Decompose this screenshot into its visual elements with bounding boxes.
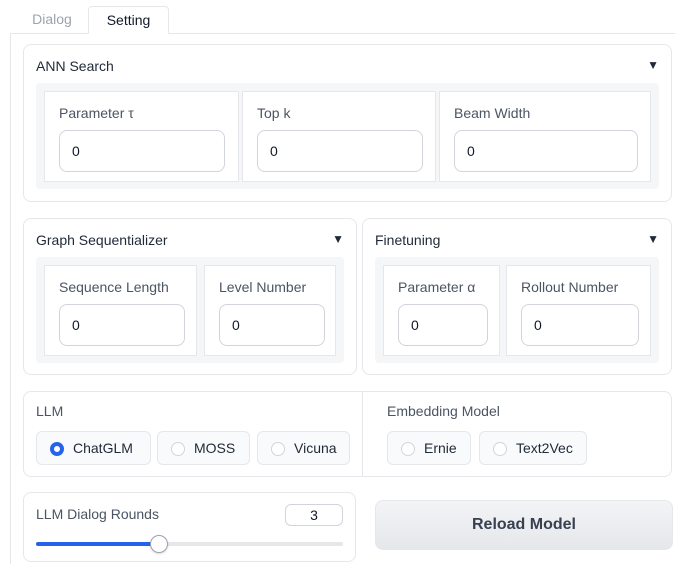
model-selection-panel: LLM ChatGLM MOSS Vicuna Embedding Model … [23, 391, 672, 477]
llm-label: LLM [36, 403, 64, 419]
llm-option-label: Vicuna [294, 440, 337, 456]
embedding-option-label: Ernie [424, 440, 457, 456]
ann-search-panel: ANN Search ▼ Parameter τ 0 Top k 0 Beam … [23, 44, 672, 202]
parameter-tau-input[interactable]: 0 [59, 130, 225, 172]
sequence-length-label: Sequence Length [59, 279, 169, 295]
content-border [10, 33, 11, 564]
llm-option-chatglm[interactable]: ChatGLM [36, 431, 151, 465]
tab-dialog[interactable]: Dialog [20, 6, 84, 34]
model-panel-divider [362, 392, 363, 476]
dialog-rounds-slider-fill [36, 542, 159, 546]
sequence-length-field: Sequence Length 0 [44, 265, 197, 356]
tab-setting[interactable]: Setting [88, 6, 169, 34]
radio-empty-icon[interactable] [271, 442, 285, 456]
beam-width-label: Beam Width [454, 105, 531, 121]
top-k-label: Top k [257, 105, 291, 121]
embedding-option-text2vec[interactable]: Text2Vec [479, 431, 587, 465]
finetuning-body: Parameter α 0 Rollout Number 0 [375, 257, 659, 363]
finetuning-panel: Finetuning ▼ Parameter α 0 Rollout Numbe… [362, 218, 672, 375]
reload-model-button[interactable]: Reload Model [375, 500, 673, 550]
radio-empty-icon[interactable] [493, 442, 507, 456]
top-k-input[interactable]: 0 [257, 130, 423, 172]
top-k-field: Top k 0 [242, 91, 436, 182]
level-number-field: Level Number 0 [204, 265, 336, 356]
llm-option-label: ChatGLM [73, 440, 133, 456]
parameter-tau-label: Parameter τ [59, 105, 134, 121]
parameter-alpha-label: Parameter α [398, 279, 476, 295]
level-number-input[interactable]: 0 [219, 304, 325, 346]
ann-search-caret-down-icon[interactable]: ▼ [647, 58, 659, 72]
finetuning-title[interactable]: Finetuning [375, 232, 440, 248]
parameter-alpha-input[interactable]: 0 [398, 304, 488, 346]
beam-width-field: Beam Width 0 [439, 91, 651, 182]
embedding-option-ernie[interactable]: Ernie [387, 431, 471, 465]
ann-search-body: Parameter τ 0 Top k 0 Beam Width 0 [36, 83, 659, 189]
llm-option-moss[interactable]: MOSS [157, 431, 250, 465]
tab-bar: Dialog Setting [0, 0, 675, 34]
dialog-rounds-label: LLM Dialog Rounds [36, 506, 159, 522]
parameter-tau-field: Parameter τ 0 [44, 91, 239, 182]
dialog-rounds-slider-track[interactable] [36, 542, 343, 546]
rollout-number-label: Rollout Number [521, 279, 619, 295]
radio-empty-icon[interactable] [171, 442, 185, 456]
radio-empty-icon[interactable] [401, 442, 415, 456]
dialog-rounds-slider-handle[interactable] [150, 535, 168, 553]
radio-selected-icon[interactable] [50, 442, 64, 456]
llm-option-vicuna[interactable]: Vicuna [257, 431, 350, 465]
graph-sequentializer-body: Sequence Length 0 Level Number 0 [36, 257, 344, 363]
graph-sequentializer-title[interactable]: Graph Sequentializer [36, 232, 168, 248]
dialog-rounds-panel: LLM Dialog Rounds 3 [23, 492, 356, 562]
sequence-length-input[interactable]: 0 [59, 304, 185, 346]
embedding-model-label: Embedding Model [387, 403, 500, 419]
ann-search-title[interactable]: ANN Search [36, 58, 114, 74]
embedding-option-label: Text2Vec [516, 440, 573, 456]
llm-option-label: MOSS [194, 440, 236, 456]
finetuning-caret-down-icon[interactable]: ▼ [647, 232, 659, 246]
parameter-alpha-field: Parameter α 0 [383, 265, 500, 356]
rollout-number-field: Rollout Number 0 [506, 265, 651, 356]
level-number-label: Level Number [219, 279, 307, 295]
beam-width-input[interactable]: 0 [454, 130, 638, 172]
rollout-number-input[interactable]: 0 [521, 304, 639, 346]
dialog-rounds-number-input[interactable]: 3 [285, 504, 343, 526]
graph-sequentializer-caret-down-icon[interactable]: ▼ [332, 232, 344, 246]
graph-sequentializer-panel: Graph Sequentializer ▼ Sequence Length 0… [23, 218, 357, 375]
